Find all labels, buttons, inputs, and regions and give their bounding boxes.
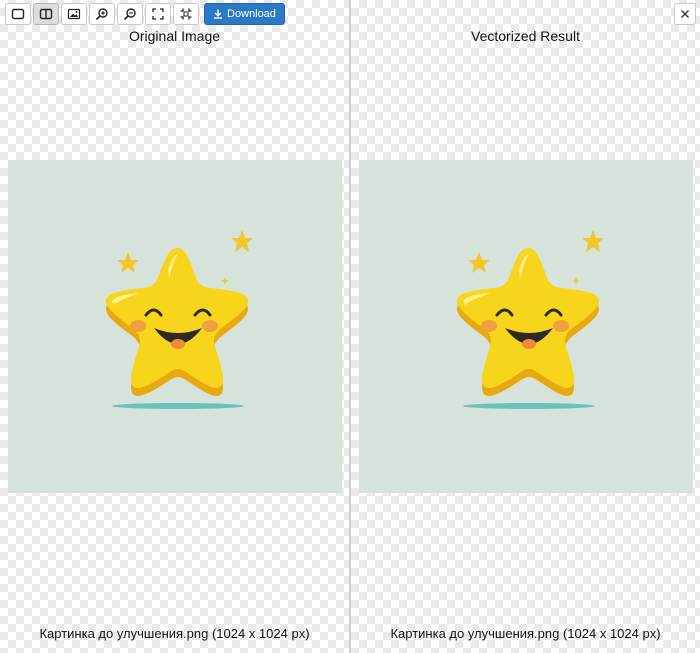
zoom-in-icon [95, 8, 108, 21]
zoom-out-button[interactable] [117, 3, 143, 25]
image-view-button[interactable] [61, 3, 87, 25]
smiling-star-illustration [457, 230, 604, 409]
download-label: Download [227, 8, 276, 20]
close-button[interactable] [674, 3, 696, 25]
original-image-pane: Original Image Картинка до улучшения.png… [0, 0, 349, 653]
vectorized-result-caption: Картинка до улучшения.png (1024 x 1024 p… [390, 626, 661, 641]
original-image [8, 160, 342, 493]
split-view-button[interactable] [33, 3, 59, 25]
vectorized-result-pane: Vectorized Result Картинка до улучшения.… [351, 0, 700, 653]
close-icon [681, 10, 689, 18]
image-icon [67, 8, 81, 20]
vectorized-result-title: Vectorized Result [471, 28, 580, 44]
smiling-star-illustration [106, 230, 253, 409]
vectorized-image [359, 160, 693, 493]
original-image-caption: Картинка до улучшения.png (1024 x 1024 p… [39, 626, 310, 641]
single-view-icon [11, 8, 25, 20]
download-button[interactable]: Download [204, 3, 285, 25]
actual-size-button[interactable] [173, 3, 199, 25]
original-image-title: Original Image [128, 28, 221, 44]
single-view-button[interactable] [5, 3, 31, 25]
zoom-in-button[interactable] [89, 3, 115, 25]
actual-size-icon [180, 8, 192, 20]
view-toolbar: Download [5, 3, 285, 25]
zoom-out-icon [123, 8, 136, 21]
split-view-icon [39, 8, 53, 20]
download-icon [214, 9, 222, 19]
fit-screen-icon [152, 8, 164, 20]
fit-screen-button[interactable] [145, 3, 171, 25]
